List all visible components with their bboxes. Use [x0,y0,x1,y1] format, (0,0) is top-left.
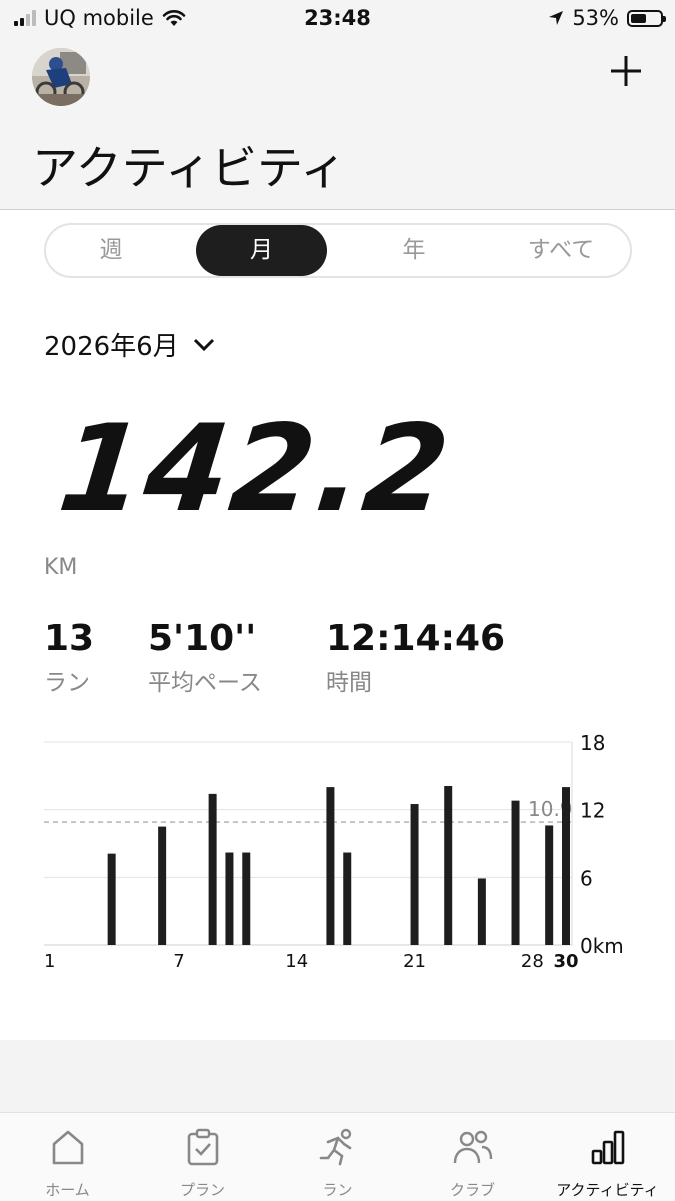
monthly-distance-chart: 181260km10.91 7 14 21 28 30 [44,731,624,972]
stat-runs-value: 13 [44,618,95,659]
battery-percent: 53% [572,6,619,30]
tab-run[interactable]: ラン [270,1127,405,1200]
stat-time-value: 12:14:46 [326,618,506,659]
status-right: 53% [548,6,666,30]
status-bar: UQ mobile 23:48 53% [0,0,675,40]
section-divider [0,1040,675,1112]
distance-unit: KM [44,555,78,580]
segment-all[interactable]: すべて [492,225,630,276]
tab-club[interactable]: クラブ [405,1127,540,1200]
stat-pace: 5'10'' 平均ペース [148,618,262,697]
tab-run-label: ラン [322,1181,353,1199]
tab-activity[interactable]: アクティビティ [540,1127,675,1200]
x-tick-label: 1 [44,951,55,972]
bar [477,878,486,945]
tab-activity-label: アクティビティ [556,1181,659,1199]
tab-plan[interactable]: プラン [135,1127,270,1200]
y-tick-label: 18 [580,731,605,755]
segment-year[interactable]: 年 [346,225,482,276]
location-arrow-icon [549,11,564,25]
battery-icon [627,9,666,27]
chevron-down-icon [193,338,214,351]
home-icon [52,1130,83,1165]
x-tick-label: 30 [553,951,578,972]
runner-icon [319,1128,351,1166]
segment-month[interactable]: 月 [196,225,327,276]
stat-runs-label: ラン [44,670,90,696]
page-title: アクティビティ [32,141,347,195]
bar [511,800,520,945]
y-tick-label: 6 [580,866,593,890]
bar [242,852,251,945]
y-tick-label: 12 [580,799,605,823]
tab-home[interactable]: ホーム [0,1127,135,1200]
bar [208,793,217,945]
header: アクティビティ [0,40,675,210]
bar [225,852,234,945]
stat-pace-value: 5'10'' [148,618,257,659]
bar [444,785,453,945]
x-tick-label: 14 [285,951,308,972]
period-segmented-control: 週 月 年 すべて [44,223,632,278]
bar [107,853,116,945]
x-tick-label: 28 [521,951,544,972]
clipboard-check-icon [187,1128,218,1166]
plus-icon[interactable] [609,54,643,88]
bar-chart-icon [591,1130,624,1165]
month-selector[interactable]: 2026年6月 [44,326,215,363]
stat-time: 12:14:46 時間 [326,618,505,697]
bar [326,787,335,945]
bar [562,787,570,945]
segment-week[interactable]: 週 [46,225,176,276]
people-icon [453,1130,492,1164]
x-tick-label: 7 [173,951,184,972]
stat-runs: 13 ラン [44,618,94,697]
x-tick-label: 21 [403,951,426,972]
stat-time-label: 時間 [326,670,372,696]
bar [410,804,419,945]
total-distance: 142.2 [52,400,457,539]
tab-plan-label: プラン [179,1181,225,1199]
bar [158,826,167,945]
tab-club-label: クラブ [449,1181,495,1199]
avatar[interactable] [32,48,90,106]
stat-pace-label: 平均ペース [148,670,262,696]
bar [343,852,352,945]
tab-bar: ホーム プラン ラン クラブ アクティビティ [0,1112,675,1201]
month-label: 2026年6月 [44,332,179,362]
bar [545,825,554,945]
y-tick-label: 0km [580,934,624,958]
tab-home-label: ホーム [45,1181,90,1199]
